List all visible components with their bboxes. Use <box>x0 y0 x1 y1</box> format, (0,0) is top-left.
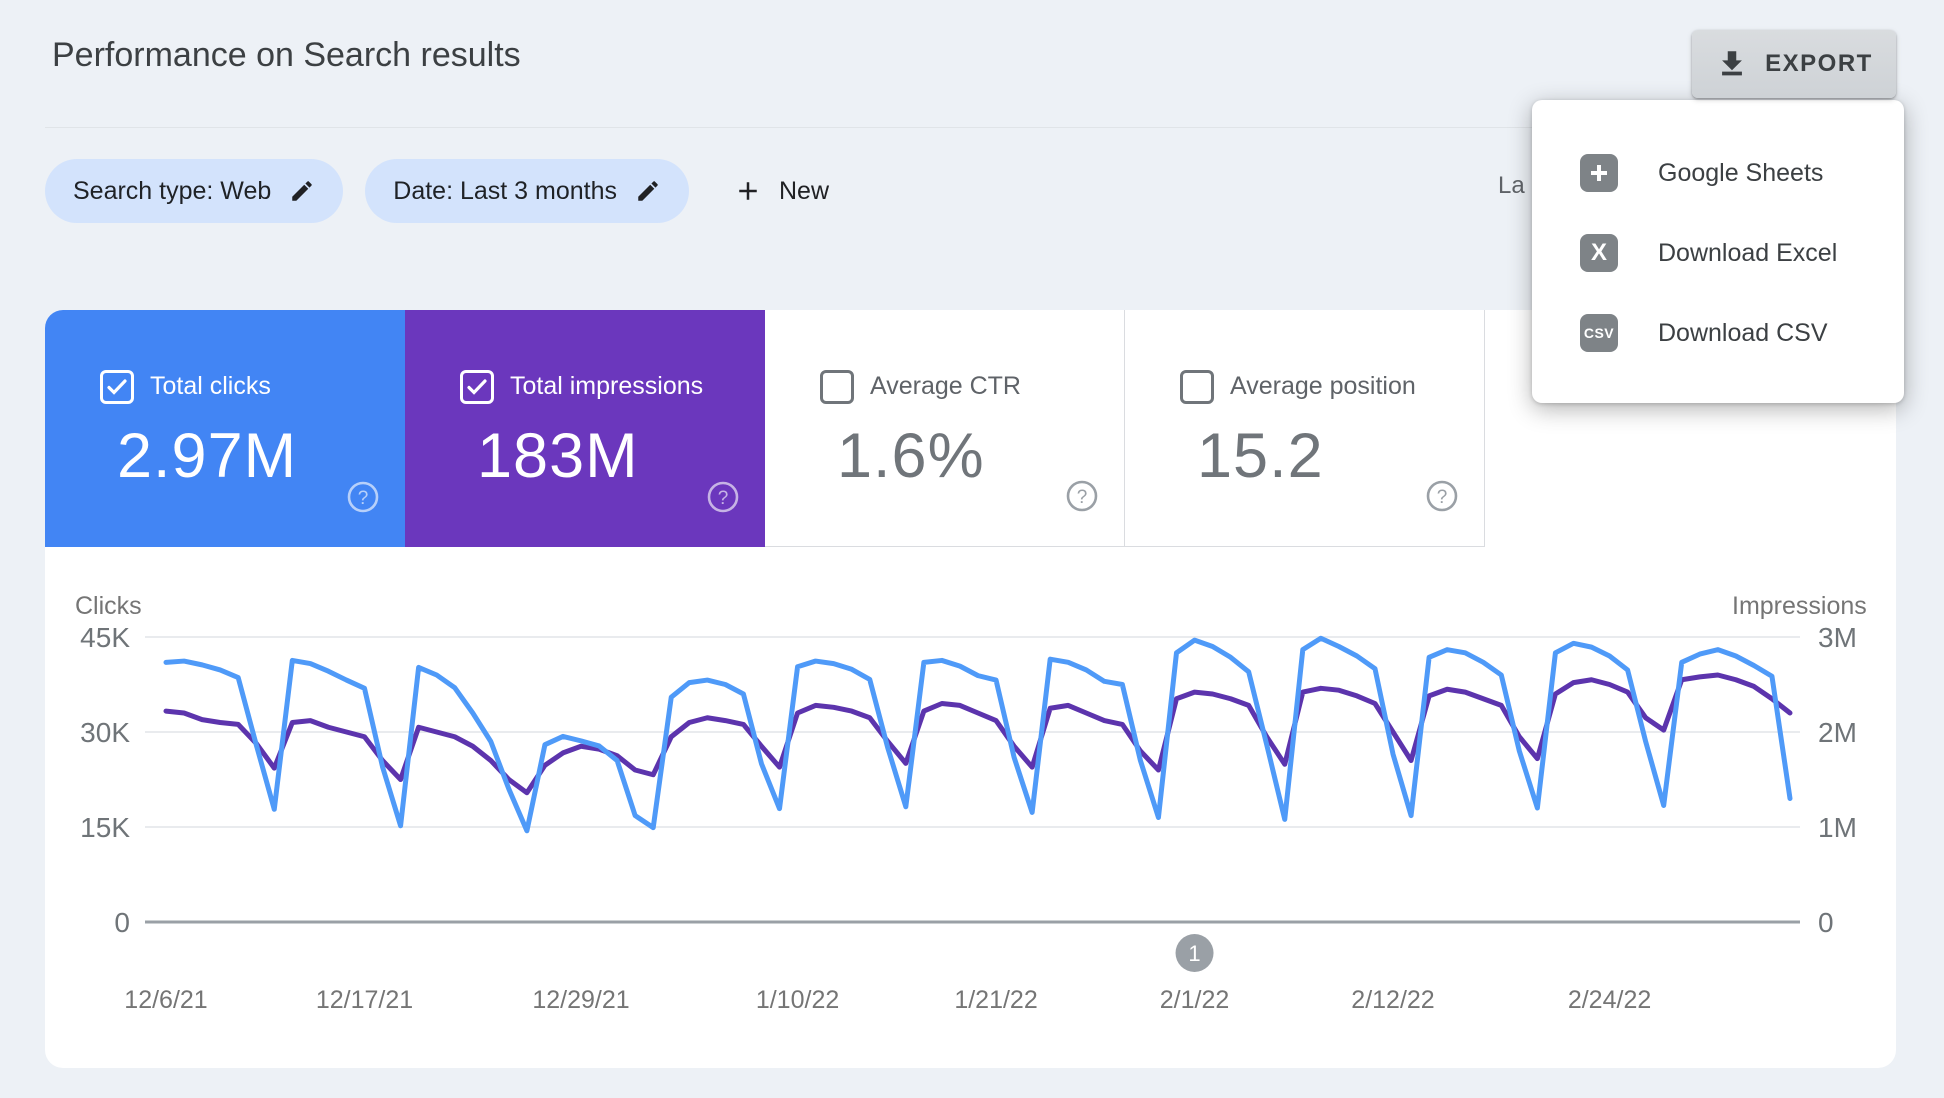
svg-text:?: ? <box>1437 487 1448 508</box>
metric-value: 2.97M <box>117 421 298 491</box>
x-axis-date-label: 12/29/21 <box>532 986 630 1014</box>
help-icon[interactable]: ? <box>346 480 380 519</box>
csv-icon: CSV <box>1580 314 1618 352</box>
y-axis-tick-right: 3M <box>1818 622 1857 653</box>
filter-row: Search type: Web Date: Last 3 months New <box>45 159 829 223</box>
help-icon[interactable]: ? <box>706 480 740 519</box>
right-axis-title: Impressions <box>1732 592 1867 620</box>
performance-page: Performance on Search results EXPORT La … <box>0 0 1944 1098</box>
menu-item-label: Download Excel <box>1658 238 1838 267</box>
y-axis-tick-left: 45K <box>80 622 130 653</box>
edit-pencil-icon <box>289 178 315 204</box>
date-range-chip[interactable]: Date: Last 3 months <box>365 159 689 223</box>
x-axis-date-label: 1/21/22 <box>954 986 1038 1014</box>
last-updated-truncated-text: La <box>1498 172 1525 199</box>
excel-icon: X <box>1580 234 1618 272</box>
new-filter-label: New <box>779 176 830 205</box>
sheets-icon <box>1580 154 1618 192</box>
search-type-chip-label: Search type: Web <box>73 176 272 205</box>
menu-item-label: Google Sheets <box>1658 158 1824 187</box>
menu-item-google-sheets[interactable]: Google Sheets <box>1532 133 1904 213</box>
metric-value: 1.6% <box>837 421 985 491</box>
svg-text:?: ? <box>1077 487 1088 508</box>
metric-card-total-clicks[interactable]: Total clicks 2.97M ? <box>45 310 405 547</box>
metric-value: 183M <box>477 421 639 491</box>
checkbox-unchecked-icon[interactable] <box>1180 370 1214 404</box>
export-button-label: EXPORT <box>1765 50 1873 77</box>
edit-pencil-icon <box>635 178 661 204</box>
metric-card-total-impressions[interactable]: Total impressions 183M ? <box>405 310 765 547</box>
checkbox-unchecked-icon[interactable] <box>820 370 854 404</box>
metric-card-average-position[interactable]: Average position 15.2 ? <box>1125 310 1485 547</box>
metric-cards-row: Total clicks 2.97M ? Total impressions 1… <box>45 310 1485 547</box>
menu-item-download-csv[interactable]: CSV Download CSV <box>1532 293 1904 373</box>
x-axis-date-label: 12/6/21 <box>124 986 208 1014</box>
export-dropdown-menu: Google Sheets X Download Excel CSV Downl… <box>1532 100 1904 403</box>
x-axis-date-label: 12/17/21 <box>315 986 414 1014</box>
date-range-chip-label: Date: Last 3 months <box>393 176 617 205</box>
help-icon[interactable]: ? <box>1065 479 1099 518</box>
x-axis-date-label: 2/12/22 <box>1351 986 1435 1014</box>
x-axis-date-label: 2/24/22 <box>1567 986 1652 1014</box>
y-axis-tick-right: 1M <box>1818 812 1857 843</box>
download-icon <box>1722 51 1743 76</box>
metric-label: Average position <box>1230 372 1416 400</box>
y-axis-tick-left: 15K <box>80 812 130 843</box>
metric-value: 15.2 <box>1197 421 1324 491</box>
y-axis-tick-left: 30K <box>80 717 130 748</box>
metric-label: Total clicks <box>150 372 271 400</box>
checkbox-checked-icon[interactable] <box>100 370 134 404</box>
left-axis-title: Clicks <box>75 592 142 620</box>
menu-item-label: Download CSV <box>1658 318 1828 347</box>
metric-label: Total impressions <box>510 372 704 400</box>
new-filter-button[interactable]: New <box>733 176 829 206</box>
svg-text:?: ? <box>358 488 369 509</box>
export-button[interactable]: EXPORT <box>1692 30 1896 98</box>
svg-text:?: ? <box>718 488 729 509</box>
content-panel: Total clicks 2.97M ? Total impressions 1… <box>45 310 1896 1068</box>
help-icon[interactable]: ? <box>1425 479 1459 518</box>
metric-card-average-ctr[interactable]: Average CTR 1.6% ? <box>765 310 1125 547</box>
search-type-chip[interactable]: Search type: Web <box>45 159 344 223</box>
page-title: Performance on Search results <box>52 36 521 74</box>
metric-label: Average CTR <box>870 372 1021 400</box>
plus-icon <box>739 182 757 200</box>
x-axis-date-label: 1/10/22 <box>755 986 840 1014</box>
x-axis-date-label: 2/1/22 <box>1159 986 1230 1014</box>
y-axis-tick-left: 0 <box>114 907 130 938</box>
y-axis-tick-right: 0 <box>1818 907 1834 938</box>
menu-item-download-excel[interactable]: X Download Excel <box>1532 213 1904 293</box>
y-axis-tick-right: 2M <box>1818 717 1857 748</box>
checkbox-checked-icon[interactable] <box>460 370 494 404</box>
